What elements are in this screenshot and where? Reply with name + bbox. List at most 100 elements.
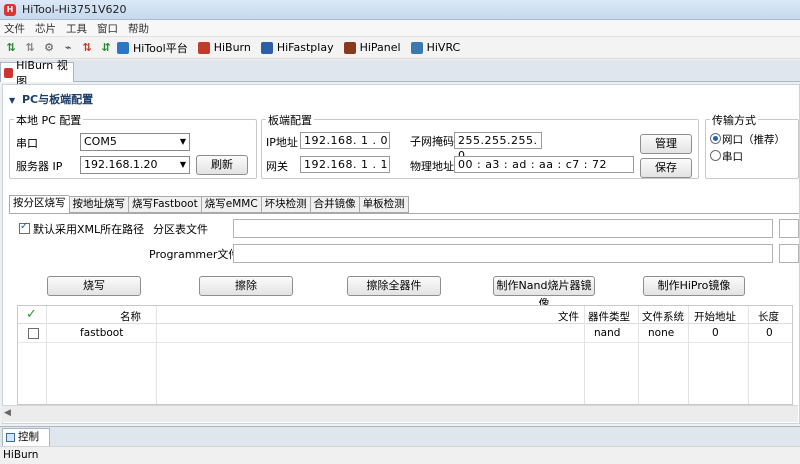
hivrc-link[interactable]: HiVRC (410, 41, 460, 54)
burn-mode-tabs: 按分区烧写 按地址烧写 烧写Fastboot 烧写eMMC 坏块检测 合并镜像 … (9, 195, 409, 213)
title-bar: H HiTool-Hi3751V620 (0, 0, 800, 20)
hitool-app-icon: H (4, 3, 16, 16)
burn-icon (197, 41, 210, 54)
save-button[interactable]: 保存 (640, 158, 692, 178)
programmer-file-browse-button[interactable] (779, 244, 799, 263)
programmer-file-label: Programmer文件 (149, 248, 240, 261)
column-divider (584, 306, 585, 404)
section-pc-board-config[interactable]: ▼ PC与板端配置 (9, 91, 93, 107)
column-divider (748, 306, 749, 404)
panel-icon (343, 41, 356, 54)
tab-burn-emmc[interactable]: 烧写eMMC (200, 196, 261, 213)
row-checkbox[interactable] (28, 328, 39, 339)
menu-bar: 文件 芯片 工具 窗口 帮助 (0, 20, 800, 37)
partition-file-label: 分区表文件 (153, 223, 208, 236)
make-hipro-image-button[interactable]: 制作HiPro镜像 (643, 276, 745, 296)
manage-button[interactable]: 管理 (640, 134, 692, 154)
refresh-button[interactable]: 刷新 (196, 155, 248, 175)
col-start-address: 开始地址 (694, 311, 736, 323)
console-icon (6, 433, 15, 442)
hifastplay-link[interactable]: HiFastplay (260, 41, 334, 54)
ip-address-label: IP地址 (266, 136, 298, 149)
menu-chip[interactable]: 芯片 (35, 21, 56, 36)
tab-merge-image[interactable]: 合并镜像 (309, 196, 359, 213)
col-name: 名称 (120, 311, 141, 323)
row-name: fastboot (80, 327, 124, 339)
mac-address-field[interactable]: 00 : a3 : ad : aa : c7 : 72 (454, 156, 634, 173)
row-device: nand (594, 327, 621, 339)
view-tab-bar: HiBurn 视图 (0, 59, 800, 88)
table-row[interactable]: fastboot nand none 0 0 (18, 325, 792, 343)
table-header: ✓ 名称 文件 器件类型 文件系统 开始地址 长度 (18, 306, 792, 324)
serial-port-select[interactable]: COM5 ▼ (80, 133, 190, 151)
gateway-label: 网关 (266, 160, 288, 173)
tab-bad-block-check[interactable]: 坏块检测 (260, 196, 310, 213)
fastplay-icon (260, 41, 273, 54)
house-icon (117, 41, 129, 54)
server-ip-select[interactable]: 192.168.1.20 ▼ (80, 156, 190, 174)
gateway-field[interactable]: 192.168. 1 . 1 (300, 156, 390, 173)
upload-icon[interactable]: ⇵ (98, 40, 114, 56)
status-bar: HiBurn (0, 446, 800, 464)
radio-serial-label: 串口 (722, 151, 743, 163)
hiburn-link[interactable]: HiBurn (197, 41, 251, 54)
window-title: HiTool-Hi3751V620 (22, 3, 127, 16)
row-fs: none (648, 327, 675, 339)
use-xml-path-checkbox[interactable] (19, 221, 30, 234)
board-config-group: 板端配置 IP地址 192.168. 1 . 0 网关 192.168. 1 .… (261, 112, 699, 179)
transfer-mode-title: 传输方式 (710, 112, 758, 128)
tab-burn-by-address[interactable]: 按地址烧写 (68, 196, 128, 213)
board-config-title: 板端配置 (266, 112, 314, 128)
burn-button[interactable]: 烧写 (47, 276, 141, 296)
column-divider (156, 306, 157, 404)
horizontal-scrollbar[interactable]: ◀ (2, 405, 798, 422)
column-divider (46, 306, 47, 404)
radio-network[interactable] (710, 133, 721, 144)
console-tab-bar: 控制台 (0, 426, 800, 460)
tab-console[interactable]: 控制台 (2, 428, 50, 460)
menu-help[interactable]: 帮助 (128, 21, 149, 36)
settings-icon[interactable]: ⚙ (41, 40, 57, 56)
make-nand-image-button[interactable]: 制作Nand烧片器镜像 (493, 276, 595, 310)
plug-icon[interactable]: ⌁ (60, 40, 76, 56)
radio-serial[interactable] (710, 150, 721, 161)
hipanel-link[interactable]: HiPanel (343, 41, 401, 54)
download-icon[interactable]: ⇅ (79, 40, 95, 56)
erase-all-button[interactable]: 擦除全器件 (347, 276, 441, 296)
menu-window[interactable]: 窗口 (97, 21, 118, 36)
col-file: 文件 (558, 311, 579, 323)
transfer-mode-group: 传输方式 网口（推荐） 串口 (705, 112, 799, 179)
select-all-check-icon[interactable]: ✓ (26, 307, 37, 322)
programmer-file-field[interactable] (233, 244, 773, 263)
chevron-down-icon: ▼ (179, 137, 186, 146)
subnet-mask-field[interactable]: 255.255.255. 0 (454, 132, 542, 162)
scroll-left-icon[interactable]: ◀ (4, 408, 11, 418)
toolbar: ⇅ ⇅ ⚙ ⌁ ⇅ ⇵ HiTool平台 HiBurn HiFastplay H… (0, 37, 800, 59)
hiburn-view-panel: ▼ PC与板端配置 本地 PC 配置 串口 COM5 ▼ 服务器 IP 192.… (2, 84, 800, 424)
connect-icon[interactable]: ⇅ (3, 40, 19, 56)
ip-address-field[interactable]: 192.168. 1 . 0 (300, 132, 390, 149)
col-length: 长度 (758, 311, 779, 323)
disconnect-icon[interactable]: ⇅ (22, 40, 38, 56)
tab-board-check[interactable]: 单板检测 (358, 196, 409, 213)
column-divider (638, 306, 639, 404)
vrc-icon (410, 41, 423, 54)
partition-file-browse-button[interactable] (779, 219, 799, 238)
tab-burn-by-partition[interactable]: 按分区烧写 (9, 195, 69, 213)
col-device-type: 器件类型 (588, 311, 630, 323)
menu-file[interactable]: 文件 (4, 21, 25, 36)
hitool-platform-link[interactable]: HiTool平台 (117, 40, 188, 56)
partition-table: ✓ 名称 文件 器件类型 文件系统 开始地址 长度 fastboot nand … (17, 305, 793, 405)
tab-burn-fastboot[interactable]: 烧写Fastboot (128, 196, 201, 213)
row-start: 0 (712, 327, 719, 339)
partition-file-field[interactable] (233, 219, 773, 238)
menu-tools[interactable]: 工具 (66, 21, 87, 36)
row-length: 0 (766, 327, 773, 339)
collapse-triangle-icon: ▼ (9, 96, 16, 105)
tab-hiburn-view[interactable]: HiBurn 视图 (0, 59, 74, 88)
local-pc-group: 本地 PC 配置 串口 COM5 ▼ 服务器 IP 192.168.1.20 ▼… (9, 112, 257, 179)
column-divider (688, 306, 689, 404)
chevron-down-icon: ▼ (179, 160, 186, 169)
erase-button[interactable]: 擦除 (199, 276, 293, 296)
serial-port-label: 串口 (16, 137, 38, 150)
